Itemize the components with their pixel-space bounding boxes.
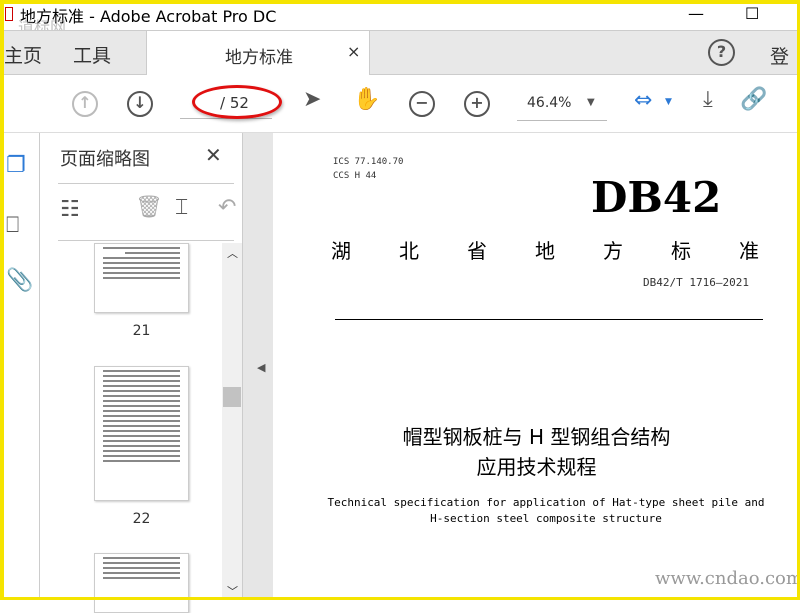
divider [58,183,234,184]
tab-document-label: 地方标准 [225,48,293,68]
select-cursor-icon[interactable]: ➤ [303,87,321,112]
tab-tools[interactable]: 工具 [73,41,111,68]
zoom-in-icon[interactable]: + [464,91,490,117]
standard-number: DB42/T 1716—2021 [643,276,749,289]
thumbnail-page-21[interactable] [94,243,189,313]
toolbar: ↑ ↓ / 52 ➤ ✋ − + 46.4% ▼ ⇔ ▼ ⤓ 🔗 [0,75,800,133]
zoom-select[interactable]: 46.4% ▼ [517,89,607,121]
maximize-button[interactable]: ☐ [745,4,759,23]
ccs-code: CCS H 44 [333,171,377,181]
previous-page-icon[interactable]: ↑ [72,91,98,117]
panel-title: 页面缩略图 [60,149,150,170]
document-title-en: Technical specification for application … [327,496,765,509]
help-icon[interactable]: ? [708,39,735,66]
page-thumbnails-icon[interactable]: ❐ [6,153,26,178]
divider [58,240,234,241]
thumbnail-page-23[interactable] [94,553,189,613]
chevron-down-icon[interactable]: ▼ [665,97,672,107]
collapse-panel-strip[interactable]: ◀ [242,133,273,600]
delete-icon[interactable]: 🗑 [135,195,163,220]
zoom-value: 46.4% [527,95,572,111]
thumbnail-label: 22 [132,511,151,527]
bookmark-icon[interactable]: ⎕ [6,213,19,238]
title-bar: 地方标准 - Adobe Acrobat Pro DC 道标网 — ☐ [0,0,800,37]
thumbnail-label: 21 [132,323,151,339]
document-title-cn: 帽型钢板桩与 H 型钢组合结构 [402,425,671,449]
tab-document[interactable]: 地方标准 × [146,31,370,75]
scroll-mode-icon[interactable]: ⤓ [703,87,713,112]
hand-tool-icon[interactable]: ✋ [353,87,380,112]
scroll-down-icon[interactable]: ﹀ [227,583,238,599]
province-standard: 湖北省地方标准 [331,239,800,263]
rotate-icon[interactable]: ↶ [218,195,236,220]
options-menu-icon[interactable]: ☷ [60,197,80,222]
red-annotation-oval [192,85,282,119]
attachment-icon[interactable]: 📎 [6,268,33,293]
watermark: www.cndao.com [655,568,800,589]
navigation-rail: ❐ ⎕ 📎 [0,133,40,600]
document-page: ICS 77.140.70 CCS H 44 DB42 湖北省地方标准 DB42… [273,133,800,600]
share-link-icon[interactable]: 🔗 [740,87,767,112]
rule-line [335,319,763,320]
collapse-arrow-icon[interactable]: ◀ [257,361,265,374]
panel-scrollbar[interactable]: ︿ ﹀ [222,243,242,600]
minimize-button[interactable]: — [688,4,704,23]
tab-bar: 主页 工具 地方标准 × ? 登录 [0,30,800,95]
thumbnail-page-22[interactable] [94,366,189,501]
chevron-down-icon: ▼ [587,97,595,108]
tab-home[interactable]: 主页 [4,41,42,68]
pdf-file-icon [5,7,13,21]
close-panel-button[interactable]: ✕ [205,143,222,167]
document-title-en-2: H-section steel composite structure [430,512,662,525]
close-tab-button[interactable]: × [347,42,360,61]
document-subtitle-cn: 应用技术规程 [476,455,597,479]
scroll-up-icon[interactable]: ︿ [227,245,238,261]
insert-page-icon[interactable]: ⌶ [175,195,188,220]
scrollbar-thumb[interactable] [223,387,241,407]
standard-code: DB42 [591,173,722,222]
ics-code: ICS 77.140.70 [333,157,404,167]
next-page-icon[interactable]: ↓ [127,91,153,117]
fit-page-icon[interactable]: ⇔ [634,88,652,113]
thumbnails-panel: 页面缩略图 ✕ ☷ 🗑 ⌶ ↶ 21 22 [40,133,242,613]
zoom-out-icon[interactable]: − [409,91,435,117]
